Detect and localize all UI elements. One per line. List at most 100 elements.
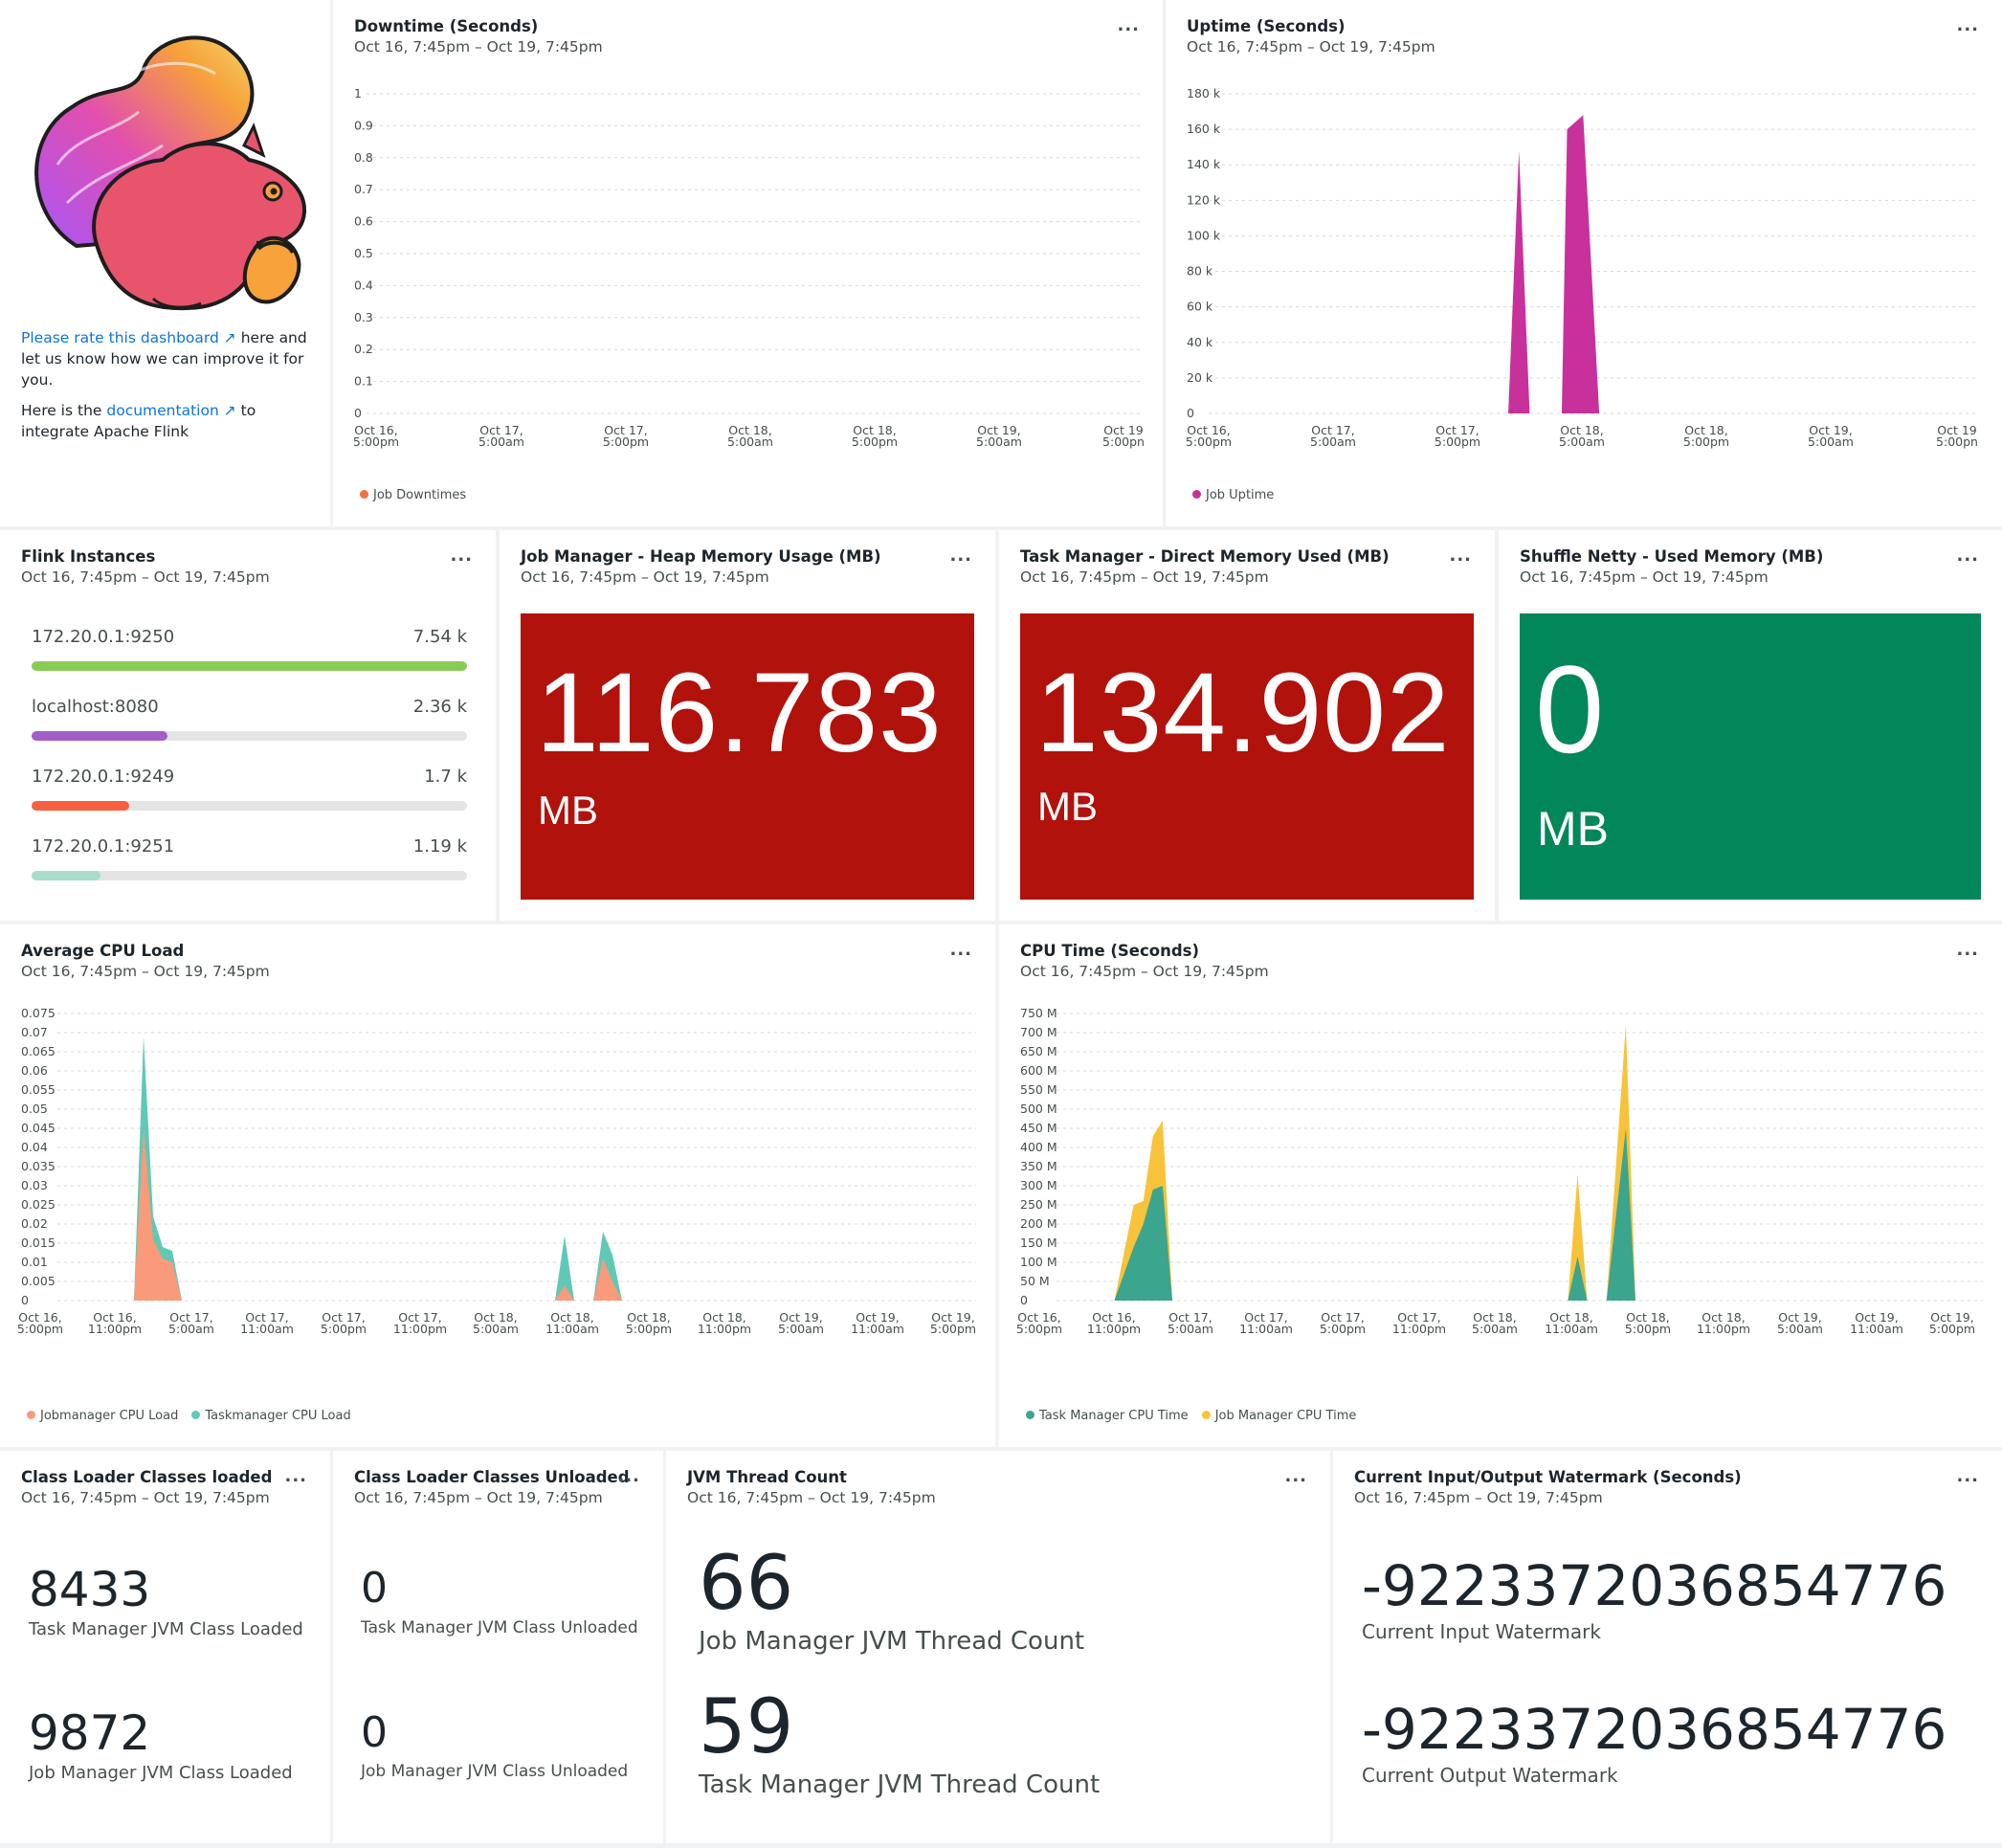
legend-label: Job Downtimes <box>373 488 467 502</box>
x-tick-label: 5:00pm <box>626 1322 672 1336</box>
billboard-value: 59 <box>699 1684 794 1770</box>
billboard-label: Job Manager JVM Class Loaded <box>29 1763 293 1783</box>
y-tick-label: 0.06 <box>21 1063 48 1078</box>
panel-menu-button[interactable]: ... <box>1449 545 1472 566</box>
legend-item[interactable]: Job Manager CPU Time <box>1201 1409 1357 1423</box>
billboard-label: Job Manager JVM Thread Count <box>699 1627 1085 1656</box>
y-tick-label: 0.1 <box>354 374 373 389</box>
panel-title: Class Loader Classes loaded <box>21 1468 273 1486</box>
legend-dot <box>1192 490 1201 499</box>
x-tick-label: 5:00pm <box>852 434 898 449</box>
y-tick-label: 0.04 <box>21 1140 48 1154</box>
x-tick-label: 5:00pn <box>1936 434 1978 449</box>
legend-item[interactable]: Jobmanager CPU Load <box>27 1409 178 1423</box>
rate-text: Please rate this dashboard ↗ here and le… <box>21 329 307 389</box>
legend-item[interactable]: Job Uptime <box>1192 488 1274 502</box>
documentation-link[interactable]: documentation ↗ <box>106 402 235 419</box>
legend-item[interactable]: Job Downtimes <box>360 488 466 502</box>
x-tick-label: 5:00am <box>1808 434 1854 449</box>
legend-item[interactable]: Taskmanager CPU Load <box>191 1409 351 1423</box>
y-tick-label: 150 M <box>1020 1236 1057 1250</box>
legend-dot <box>360 490 368 499</box>
legend-label: Job Manager CPU Time <box>1214 1409 1357 1423</box>
heap-value: 116.783 <box>536 650 943 776</box>
time-range: Oct 16, 7:45pm – Oct 19, 7:45pm <box>354 1489 603 1506</box>
downtime-chart: 10.90.80.70.60.50.40.30.20.10Oct 16,5:00… <box>353 86 1145 449</box>
y-tick-label: 0.045 <box>21 1121 56 1135</box>
billboard-label: Task Manager JVM Thread Count <box>699 1770 1101 1799</box>
classes-unloaded-panel: Class Loader Classes Unloaded Oct 16, 7:… <box>333 1451 663 1843</box>
instance-row[interactable]: localhost:8080 2.36 k <box>32 697 467 745</box>
time-range: Oct 16, 7:45pm – Oct 19, 7:45pm <box>1020 568 1269 586</box>
billboard-label: Current Input Watermark <box>1362 1620 1601 1643</box>
instance-name: 172.20.0.1:9250 <box>32 627 175 647</box>
billboard-value: -9223372036854776 <box>1362 1553 1947 1618</box>
legend: Task Manager CPU Time Job Manager CPU Tim… <box>1026 1409 1369 1423</box>
y-tick-label: 400 M <box>1020 1140 1057 1154</box>
panel-menu-button[interactable]: ... <box>284 1466 307 1486</box>
legend-item[interactable]: Task Manager CPU Time <box>1026 1409 1189 1423</box>
downtime-panel: Downtime (Seconds) Oct 16, 7:45pm – Oct … <box>333 0 1163 526</box>
x-tick-label: 5:00am <box>976 434 1022 449</box>
instance-bar-fill <box>32 801 130 811</box>
billboard-value: 0 <box>361 1708 388 1757</box>
x-tick-label: 5:00am <box>168 1322 214 1336</box>
y-tick-label: 40 k <box>1187 335 1213 349</box>
panel-menu-button[interactable]: ... <box>1956 1466 1979 1486</box>
shuffle-panel: Shuffle Netty - Used Memory (MB) Oct 16,… <box>1499 530 2002 921</box>
series-area-2 <box>134 1036 622 1301</box>
x-tick-label: 5:00am <box>727 434 773 449</box>
y-tick-label: 0.055 <box>21 1082 56 1097</box>
instance-row[interactable]: 172.20.0.1:9251 1.19 k <box>32 836 467 884</box>
legend-label: Taskmanager CPU Load <box>205 1409 351 1423</box>
time-range: Oct 16, 7:45pm – Oct 19, 7:45pm <box>1520 568 1768 586</box>
instance-bar-track <box>32 731 467 741</box>
rate-dashboard-link[interactable]: Please rate this dashboard ↗ <box>21 329 236 346</box>
uptime-chart: 180 k 160 k 140 k 120 k 100 k 80 k 60 k 40 k 20 … <box>1166 86 1979 449</box>
panel-menu-button[interactable]: ... <box>617 1466 640 1486</box>
panel-menu-button[interactable]: ... <box>450 545 473 566</box>
x-tick-label: 5:00pm <box>353 434 399 449</box>
panel-menu-button[interactable]: ... <box>949 545 972 566</box>
instance-name: 172.20.0.1:9251 <box>32 836 175 857</box>
y-tick-label: 750 M <box>1020 1006 1057 1020</box>
legend-dot <box>1201 1411 1211 1419</box>
doc-text: Here is the documentation ↗ to integrate… <box>21 402 256 440</box>
y-tick-label: 80 k <box>1187 264 1213 278</box>
x-tick-label: 5:00pm <box>1016 1322 1062 1336</box>
y-tick-label: 350 M <box>1020 1159 1057 1173</box>
y-tick-label: 0.03 <box>21 1178 48 1192</box>
instance-row[interactable]: 172.20.0.1:9249 1.7 k <box>32 767 467 814</box>
x-tick-label: 5:00am <box>1472 1322 1518 1336</box>
series-area-2 <box>1114 1025 1646 1301</box>
y-tick-label: 250 M <box>1020 1197 1057 1212</box>
y-tick-label: 100 M <box>1020 1255 1057 1269</box>
y-tick-label: 0 <box>1020 1293 1028 1307</box>
shuffle-value: 0 <box>1535 639 1606 779</box>
heap-panel: Job Manager - Heap Memory Usage (MB) Oct… <box>500 530 995 921</box>
instance-value: 2.36 k <box>412 697 467 717</box>
y-tick-label: 0.005 <box>21 1274 56 1288</box>
y-tick-label: 0 <box>21 1293 29 1307</box>
x-tick-label: 5:00am <box>473 1322 519 1336</box>
time-range: Oct 16, 7:45pm – Oct 19, 7:45pm <box>687 1489 936 1506</box>
y-tick-label: 300 M <box>1020 1178 1057 1192</box>
y-tick-label: 0.3 <box>354 310 373 324</box>
panel-title: Task Manager - Direct Memory Used (MB) <box>1020 547 1390 566</box>
instance-bar-track <box>32 871 467 880</box>
y-tick-label: 160 k <box>1187 122 1221 136</box>
y-tick-label: 0.075 <box>21 1006 56 1020</box>
y-tick-label: 500 M <box>1020 1102 1057 1116</box>
billboard-value: 9872 <box>29 1705 151 1761</box>
instance-row[interactable]: 172.20.0.1:9250 7.54 k <box>32 627 467 675</box>
panel-menu-button[interactable]: ... <box>1956 545 1979 566</box>
instance-bar-fill <box>32 661 467 671</box>
y-tick-label: 50 M <box>1020 1274 1050 1288</box>
panel-menu-button[interactable]: ... <box>1284 1466 1307 1486</box>
instances-panel: Flink Instances Oct 16, 7:45pm – Oct 19,… <box>0 530 496 921</box>
shuffle-billboard: 0 MB <box>1520 613 1981 900</box>
panel-title: Shuffle Netty - Used Memory (MB) <box>1520 547 1824 566</box>
external-link-icon: ↗ <box>223 329 236 346</box>
instance-bar-track <box>32 801 467 811</box>
instance-value: 7.54 k <box>412 627 467 647</box>
